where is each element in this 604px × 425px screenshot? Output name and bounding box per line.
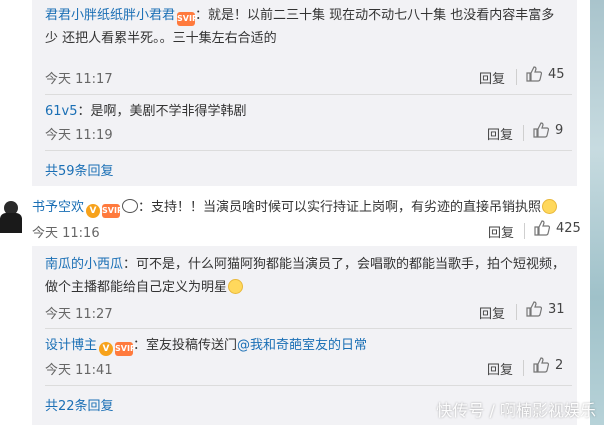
thumbs-up-icon <box>526 66 542 82</box>
comment-text-line: ：室友投稿传送门 <box>133 338 238 353</box>
divider <box>516 304 517 320</box>
divider <box>523 360 524 376</box>
reply-button[interactable]: 回复 <box>487 359 513 378</box>
timestamp: 今天 11:41 <box>45 363 113 378</box>
username-link[interactable]: 61v5 <box>45 104 78 119</box>
like-button[interactable]: 31 <box>526 301 565 317</box>
reply-comment-1: 君君小胖纸纸胖小君君 SVIP：就是！以前二三十集 现在动不动七八十集 也没看内容… <box>45 4 570 50</box>
reply-comment-4: 设计博主 V SVIP：室友投稿传送门@我和奇葩室友的日常 <box>45 334 570 357</box>
verified-badge: V <box>86 204 101 218</box>
divider <box>45 94 572 95</box>
reply-button[interactable]: 回复 <box>479 68 505 87</box>
like-button[interactable]: 45 <box>526 66 565 82</box>
like-count: 425 <box>556 220 581 236</box>
divider <box>45 150 572 151</box>
avatar[interactable] <box>0 197 22 237</box>
reply-button[interactable]: 回复 <box>479 303 505 322</box>
reply-button[interactable]: 回复 <box>488 222 514 241</box>
more-replies-link[interactable]: 共22条回复 <box>45 395 114 414</box>
background-image-strip <box>590 0 604 425</box>
more-replies-link[interactable]: 共59条回复 <box>45 160 114 179</box>
timestamp: 今天 11:17 <box>45 72 113 87</box>
reply-comment-2: 61v5：是啊，美剧不学非得学韩剧 <box>45 100 570 123</box>
username-link[interactable]: 书予空欢 <box>32 200 84 215</box>
mention-link[interactable]: @我和奇葩室友的日常 <box>237 338 367 353</box>
comment-text-line: ：就是！以前二三十集 现在动不动七八十集 也没看内容丰富多 <box>195 8 555 23</box>
comment-text-line: ：支持！！当演员啥时候可以实行持证上岗啊，有劣迹的直接吊销执照 <box>138 200 542 215</box>
username-link[interactable]: 南瓜的小西瓜 <box>45 257 123 272</box>
thumbs-up-icon <box>533 357 549 373</box>
divider <box>516 69 517 85</box>
like-count: 45 <box>548 66 565 82</box>
divider <box>524 223 525 239</box>
thumbs-up-icon <box>533 122 549 138</box>
watermark: 快传号 / 啊楠影视娱乐 <box>436 401 596 420</box>
divider <box>45 385 572 386</box>
main-comment: 书予空欢 V SVIP ：支持！！当演员啥时候可以实行持证上岗啊，有劣迹的直接吊销执照 <box>32 196 592 219</box>
timestamp: 今天 11:16 <box>32 226 100 241</box>
username-link[interactable]: 君君小胖纸纸胖小君君 <box>45 8 175 23</box>
like-button[interactable]: 425 <box>534 220 581 236</box>
like-count: 31 <box>548 301 565 317</box>
comment-text-line: 少 还把人看累半死。。三十集左右合适的 <box>45 31 277 46</box>
comment-text-line: 做个主播都能给自己定义为明星 <box>45 280 228 295</box>
divider <box>45 328 572 329</box>
like-count: 9 <box>555 122 564 138</box>
like-button[interactable]: 2 <box>533 357 563 373</box>
timestamp: 今天 11:19 <box>45 128 113 143</box>
timestamp: 今天 11:27 <box>45 307 113 322</box>
reply-comment-3: 南瓜的小西瓜：可不是，什么阿猫阿狗都能当演员了，会唱歌的都能当歌手，拍个短视频，… <box>45 253 570 299</box>
username-link[interactable]: 设计博主 <box>45 338 97 353</box>
divider <box>523 125 524 141</box>
reply-button[interactable]: 回复 <box>487 124 513 143</box>
comment-text-line: ：是啊，美剧不学非得学韩剧 <box>77 104 247 119</box>
comment-text-line: ：可不是，什么阿猫阿狗都能当演员了，会唱歌的都能当歌手，拍个短视频， <box>123 257 566 272</box>
shy-emoji-icon <box>228 279 244 294</box>
avatar-body <box>0 213 22 233</box>
like-button[interactable]: 9 <box>533 122 563 138</box>
panda-icon <box>122 199 139 213</box>
svip-badge: SVIP <box>102 204 123 218</box>
svip-badge: SVIP <box>177 12 198 26</box>
like-count: 2 <box>555 357 564 373</box>
thumbs-up-icon <box>534 220 550 236</box>
thumbs-up-icon <box>526 301 542 317</box>
laughing-emoji-icon <box>542 199 558 214</box>
svip-badge: SVIP <box>115 342 136 356</box>
verified-badge: V <box>99 342 114 356</box>
